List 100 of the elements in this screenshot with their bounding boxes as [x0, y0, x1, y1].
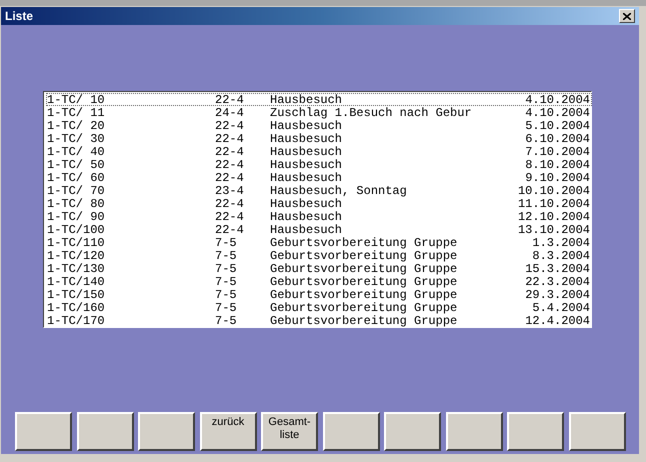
row-id: 1-TC/100: [47, 224, 106, 237]
row-id: 1-TC/ 20: [47, 120, 106, 133]
row-id: 1-TC/160: [47, 302, 106, 315]
list-row[interactable]: 1-TC/ 11 24-4 Zuschlag 1.Besuch nach Gebur 4.10.2004: [46, 106, 592, 119]
window-title: Liste: [5, 9, 34, 23]
row-code: 22-4: [215, 211, 245, 224]
row-id: 1-TC/120: [47, 250, 106, 263]
row-date: 22.3.2004: [524, 276, 590, 289]
list-row[interactable]: 1-TC/150 7-5 Geburtsvorbereitung Gruppe 29.3.2004: [46, 288, 592, 301]
function-button[interactable]: [322, 412, 380, 451]
row-id: 1-TC/150: [47, 289, 106, 302]
row-description: Geburtsvorbereitung Gruppe: [270, 302, 458, 315]
row-date: 6.10.2004: [524, 133, 590, 146]
row-code: 23-4: [215, 185, 245, 198]
function-button[interactable]: [76, 412, 134, 451]
function-button[interactable]: Gesamt-liste: [261, 412, 318, 451]
row-description: Zuschlag 1.Besuch nach Gebur: [270, 107, 473, 120]
row-date: 29.3.2004: [524, 289, 590, 302]
list-row[interactable]: 1-TC/ 30 22-4 Hausbesuch 6.10.2004: [46, 132, 592, 145]
function-button[interactable]: [507, 412, 564, 451]
row-code: 22-4: [215, 198, 245, 211]
row-code: 7-5: [215, 276, 238, 289]
row-description: Geburtsvorbereitung Gruppe: [270, 276, 458, 289]
row-id: 1-TC/ 90: [47, 211, 106, 224]
row-description: Hausbesuch: [270, 94, 344, 107]
function-button[interactable]: [446, 412, 502, 451]
row-date: 8.3.2004: [531, 250, 590, 263]
row-description: Geburtsvorbereitung Gruppe: [270, 263, 458, 276]
row-date: 12.10.2004: [516, 211, 590, 224]
row-description: Hausbesuch: [270, 198, 344, 211]
row-date: 8.10.2004: [524, 159, 590, 172]
function-button[interactable]: [15, 412, 72, 451]
row-id: 1-TC/ 11: [47, 107, 106, 120]
list-row[interactable]: 1-TC/ 40 22-4 Hausbesuch 7.10.2004: [46, 145, 592, 158]
row-code: 24-4: [215, 107, 245, 120]
row-code: 7-5: [215, 263, 238, 276]
row-code: 22-4: [215, 224, 245, 237]
close-icon: [623, 12, 631, 20]
row-code: 7-5: [215, 289, 238, 302]
row-id: 1-TC/140: [47, 276, 106, 289]
row-date: 4.10.2004: [524, 107, 590, 120]
row-code: 7-5: [215, 237, 238, 250]
row-description: Geburtsvorbereitung Gruppe: [270, 315, 458, 328]
list-row[interactable]: 1-TC/ 70 23-4 Hausbesuch, Sonntag 10.10.2004: [46, 184, 592, 197]
row-code: 7-5: [215, 315, 238, 328]
row-date: 7.10.2004: [524, 146, 590, 159]
row-id: 1-TC/ 60: [47, 172, 106, 185]
list-row[interactable]: 1-TC/ 90 22-4 Hausbesuch 12.10.2004: [46, 210, 592, 223]
function-button[interactable]: [568, 412, 626, 451]
row-id: 1-TC/ 40: [47, 146, 106, 159]
close-button[interactable]: [619, 9, 635, 23]
row-date: 5.4.2004: [531, 302, 590, 315]
row-code: 7-5: [215, 250, 238, 263]
row-code: 7-5: [215, 302, 238, 315]
function-button[interactable]: [384, 412, 441, 451]
list-row[interactable]: 1-TC/ 50 22-4 Hausbesuch 8.10.2004: [46, 158, 592, 171]
list-row[interactable]: 1-TC/ 20 22-4 Hausbesuch 5.10.2004: [46, 119, 592, 132]
row-id: 1-TC/170: [47, 315, 106, 328]
row-date: 13.10.2004: [516, 224, 590, 237]
list-row[interactable]: 1-TC/120 7-5 Geburtsvorbereitung Gruppe 8.3.2004: [46, 249, 592, 262]
row-date: 4.10.2004: [524, 94, 590, 107]
list-row[interactable]: 1-TC/ 80 22-4 Hausbesuch 11.10.2004: [46, 197, 592, 210]
list-row[interactable]: 1-TC/ 10 22-4 Hausbesuch 4.10.2004: [46, 93, 592, 106]
list-row[interactable]: 1-TC/ 60 22-4 Hausbesuch 9.10.2004: [46, 171, 592, 184]
row-id: 1-TC/ 80: [47, 198, 106, 211]
row-date: 10.10.2004: [516, 185, 590, 198]
row-id: 1-TC/ 50: [47, 159, 106, 172]
function-button[interactable]: zurück: [200, 412, 256, 451]
row-description: Hausbesuch: [270, 159, 344, 172]
row-description: Hausbesuch, Sonntag: [270, 185, 408, 198]
row-id: 1-TC/ 30: [47, 133, 106, 146]
row-date: 5.10.2004: [524, 120, 590, 133]
row-id: 1-TC/130: [47, 263, 106, 276]
row-description: Hausbesuch: [270, 224, 344, 237]
row-code: 22-4: [215, 159, 245, 172]
row-description: Hausbesuch: [270, 211, 344, 224]
row-description: Geburtsvorbereitung Gruppe: [270, 289, 458, 302]
row-description: Geburtsvorbereitung Gruppe: [270, 250, 458, 263]
row-code: 22-4: [215, 146, 245, 159]
row-code: 22-4: [215, 120, 245, 133]
list-row[interactable]: 1-TC/100 22-4 Hausbesuch 13.10.2004: [46, 223, 592, 236]
row-code: 22-4: [215, 133, 245, 146]
list-row[interactable]: 1-TC/110 7-5 Geburtsvorbereitung Gruppe 1.3.2004: [46, 236, 592, 249]
row-date: 12.4.2004: [524, 315, 590, 328]
row-date: 1.3.2004: [531, 237, 590, 250]
row-description: Hausbesuch: [270, 133, 344, 146]
row-code: 22-4: [215, 94, 245, 107]
row-id: 1-TC/ 10: [47, 94, 106, 107]
list-row[interactable]: 1-TC/160 7-5 Geburtsvorbereitung Gruppe 5.4.2004: [46, 301, 592, 314]
list-row[interactable]: 1-TC/170 7-5 Geburtsvorbereitung Gruppe 12.4.2004: [46, 314, 592, 327]
row-id: 1-TC/ 70: [47, 185, 106, 198]
row-description: Hausbesuch: [270, 172, 344, 185]
row-date: 15.3.2004: [524, 263, 590, 276]
row-description: Hausbesuch: [270, 146, 344, 159]
row-date: 9.10.2004: [524, 172, 590, 185]
row-id: 1-TC/110: [47, 237, 106, 250]
row-date: 11.10.2004: [516, 198, 590, 211]
function-button[interactable]: [138, 412, 195, 451]
list-row[interactable]: 1-TC/130 7-5 Geburtsvorbereitung Gruppe 15.3.2004: [46, 262, 592, 275]
list-row[interactable]: 1-TC/140 7-5 Geburtsvorbereitung Gruppe 22.3.2004: [46, 275, 592, 288]
